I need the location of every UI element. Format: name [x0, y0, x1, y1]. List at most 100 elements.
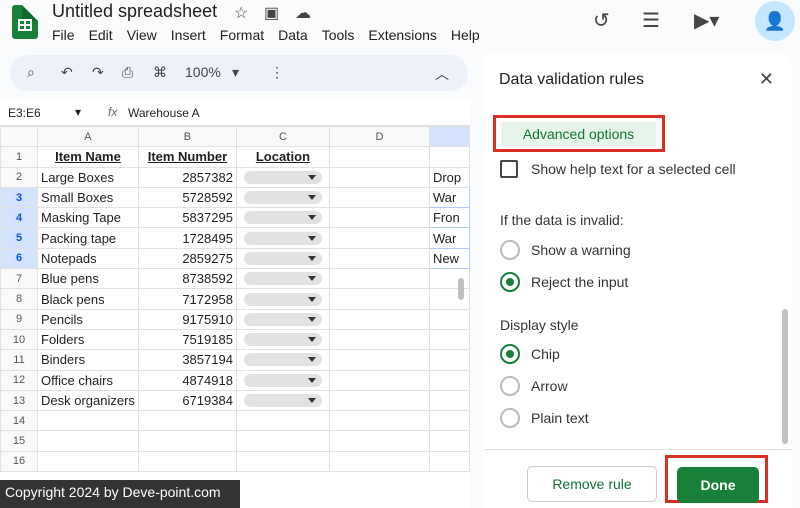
menu-extensions[interactable]: Extensions [368, 27, 436, 43]
row-header[interactable]: 9 [0, 308, 38, 330]
item-number-cell[interactable]: 7519185 [137, 328, 237, 351]
help-text-checkbox[interactable] [500, 160, 518, 178]
header-cell[interactable]: Item Name [37, 146, 139, 168]
item-number-cell[interactable]: 5837295 [137, 207, 237, 229]
search-icon[interactable]: ⌕ [27, 64, 35, 81]
location-dropdown-chip[interactable] [243, 272, 322, 286]
location-dropdown-chip[interactable] [243, 373, 322, 387]
item-name-cell[interactable]: Large Boxes [37, 166, 139, 188]
cell[interactable] [328, 430, 430, 452]
menu-tools[interactable]: Tools [322, 27, 355, 43]
history-icon[interactable]: ↺ [593, 8, 610, 33]
item-name-cell[interactable]: Blue pens [37, 268, 139, 290]
document-title[interactable]: Untitled spreadsheet [52, 1, 217, 22]
menu-format[interactable]: Format [220, 27, 264, 43]
item-number-cell[interactable]: 4874918 [137, 369, 237, 391]
cloud-status-icon[interactable]: ☁ [295, 3, 311, 23]
row-header[interactable]: 10 [0, 328, 38, 351]
more-icon[interactable]: ⋮ [270, 64, 284, 81]
zoom-select[interactable]: 100% [185, 64, 221, 80]
cell[interactable] [328, 369, 430, 391]
reject-input-radio[interactable] [500, 272, 520, 292]
item-name-cell[interactable]: Black pens [37, 288, 139, 310]
dropdown-source-cell[interactable] [428, 369, 470, 391]
item-number-cell[interactable]: 2857382 [137, 166, 237, 188]
dropdown-source-cell[interactable] [428, 430, 470, 452]
item-name-cell[interactable]: Folders [37, 328, 139, 351]
row-header[interactable]: 6 [0, 247, 38, 270]
location-cell[interactable] [235, 410, 330, 432]
collapse-toolbar-icon[interactable]: ︿ [435, 64, 449, 84]
location-dropdown-chip[interactable] [243, 211, 322, 225]
cell[interactable] [328, 227, 430, 249]
dropdown-source-cell[interactable] [428, 450, 470, 473]
name-box[interactable]: E3:E6 [8, 106, 41, 120]
vertical-scrollbar[interactable] [458, 278, 464, 300]
item-number-cell[interactable]: 9175910 [137, 308, 237, 330]
dropdown-source-cell[interactable]: War [428, 186, 470, 209]
item-name-cell[interactable] [37, 410, 139, 432]
item-number-cell[interactable]: 8738592 [137, 268, 237, 290]
row-header[interactable]: 7 [0, 268, 38, 290]
item-number-cell[interactable]: 7172958 [137, 288, 237, 310]
location-cell[interactable] [235, 268, 330, 290]
chevron-down-icon[interactable]: ▾ [75, 105, 81, 119]
location-dropdown-chip[interactable] [243, 251, 322, 265]
location-cell[interactable] [235, 450, 330, 473]
dropdown-source-cell[interactable] [428, 308, 470, 330]
item-number-cell[interactable] [137, 430, 237, 452]
location-dropdown-chip[interactable] [243, 231, 322, 245]
corner-cell[interactable] [0, 126, 38, 148]
plain-text-option[interactable]: Plain text [500, 408, 589, 428]
cell[interactable] [328, 389, 430, 412]
location-cell[interactable] [235, 430, 330, 452]
row-header[interactable]: 2 [0, 166, 38, 188]
dropdown-source-cell[interactable] [428, 410, 470, 432]
redo-icon[interactable]: ↷ [92, 64, 104, 81]
item-name-cell[interactable]: Masking Tape [37, 207, 139, 229]
location-dropdown-chip[interactable] [243, 292, 322, 306]
item-name-cell[interactable]: Notepads [37, 247, 139, 270]
menu-help[interactable]: Help [451, 27, 480, 43]
column-header-selected[interactable] [428, 126, 470, 148]
location-cell[interactable] [235, 369, 330, 391]
column-header[interactable]: A [37, 126, 139, 148]
location-dropdown-chip[interactable] [243, 191, 322, 205]
dropdown-source-cell[interactable]: New [428, 247, 470, 270]
item-number-cell[interactable] [137, 450, 237, 473]
location-cell[interactable] [235, 328, 330, 351]
plain-text-radio[interactable] [500, 408, 520, 428]
location-dropdown-chip[interactable] [243, 394, 322, 407]
cell[interactable] [328, 166, 430, 188]
item-number-cell[interactable]: 1728495 [137, 227, 237, 249]
row-header[interactable]: 12 [0, 369, 38, 391]
sheets-logo-icon[interactable] [12, 5, 38, 39]
dropdown-source-cell[interactable] [428, 349, 470, 371]
dropdown-source-cell[interactable] [428, 328, 470, 351]
row-header[interactable]: 13 [0, 389, 38, 412]
menu-data[interactable]: Data [278, 27, 308, 43]
location-cell[interactable] [235, 389, 330, 412]
done-button[interactable]: Done [677, 467, 759, 503]
location-dropdown-chip[interactable] [243, 333, 322, 347]
move-folder-icon[interactable]: ▣ [264, 3, 279, 23]
row-header[interactable]: 11 [0, 349, 38, 371]
cell[interactable] [328, 207, 430, 229]
item-number-cell[interactable] [137, 410, 237, 432]
location-dropdown-chip[interactable] [243, 353, 322, 367]
row-header[interactable]: 14 [0, 410, 38, 432]
print-icon[interactable]: ⎙ [122, 64, 133, 81]
menu-file[interactable]: File [52, 27, 75, 43]
star-icon[interactable]: ☆ [234, 3, 248, 23]
location-cell[interactable] [235, 247, 330, 270]
item-name-cell[interactable]: Desk organizers [37, 389, 139, 412]
show-warning-option[interactable]: Show a warning [500, 240, 631, 260]
header-cell[interactable]: Item Number [137, 146, 237, 168]
location-cell[interactable] [235, 186, 330, 209]
panel-scrollbar[interactable] [782, 309, 788, 444]
item-number-cell[interactable]: 6719384 [137, 389, 237, 412]
dropdown-source-cell[interactable] [428, 389, 470, 412]
cell[interactable] [328, 186, 430, 209]
header-cell[interactable]: Location [235, 146, 330, 168]
item-name-cell[interactable] [37, 430, 139, 452]
